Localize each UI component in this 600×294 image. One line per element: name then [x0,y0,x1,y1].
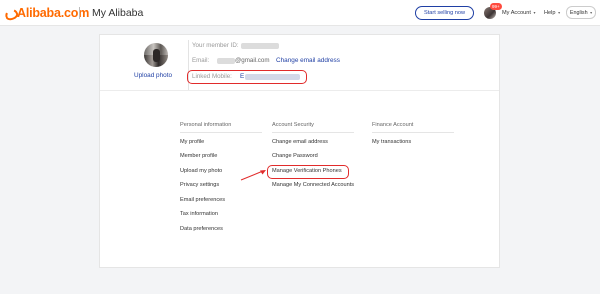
account-settings-card: Upload photo Your member ID: Email: @gma… [99,34,500,268]
annotation-box-mobile [187,70,307,84]
upload-my-photo-link[interactable]: Upload my photo [180,168,222,175]
account-security-heading: Account Security [272,122,314,128]
manage-connected-accounts-link[interactable]: Manage My Connected Accounts [272,182,354,189]
personal-information-heading: Personal information [180,122,232,128]
my-account-menu[interactable]: My Account ▾ [502,9,536,17]
top-header: Alibaba.com My Alibaba Start selling now… [0,0,600,26]
header-divider [79,7,80,19]
change-email-address-link[interactable]: Change email address [272,139,328,146]
privacy-settings-link[interactable]: Privacy settings [180,182,219,189]
email-label: Email: [192,57,210,64]
member-profile-link[interactable]: Member profile [180,153,217,160]
page-title: My Alibaba [92,7,144,19]
alibaba-logo-icon [4,7,16,19]
finance-account-heading: Finance Account [372,122,414,128]
annotation-box-phones [267,165,349,179]
start-selling-button[interactable]: Start selling now [415,6,474,20]
my-transactions-link[interactable]: My transactions [372,139,411,146]
data-preferences-link[interactable]: Data preferences [180,226,223,233]
profile-summary: Upload photo Your member ID: Email: @gma… [100,35,499,91]
chevron-down-icon: ▾ [558,10,561,15]
column-divider [180,132,262,133]
profile-photo[interactable] [144,43,168,67]
help-menu[interactable]: Help ▾ [544,9,560,17]
chevron-down-icon: ▾ [533,10,536,15]
upload-photo-link[interactable]: Upload photo [134,72,172,80]
language-label: English [569,10,588,16]
help-label: Help [544,10,556,16]
my-profile-link[interactable]: My profile [180,139,204,146]
photo-image [153,49,160,62]
tax-information-link[interactable]: Tax information [180,211,218,218]
alibaba-logo[interactable]: Alibaba.com [4,6,89,20]
change-email-link[interactable]: Change email address [276,57,340,65]
member-id-redacted [241,43,279,49]
member-id-label: Your member ID: [192,42,239,49]
email-redacted [217,58,235,64]
annotation-arrow-icon [240,170,266,181]
column-divider [272,132,354,133]
email-value: @gmail.com [235,57,270,64]
column-divider [372,132,454,133]
language-select[interactable]: English ▾ [566,6,596,19]
my-account-label: My Account [502,10,531,16]
change-password-link[interactable]: Change Password [272,153,318,160]
chevron-down-icon: ▾ [590,10,593,15]
email-preferences-link[interactable]: Email preferences [180,197,225,204]
notification-badge: 99+ [490,3,502,10]
